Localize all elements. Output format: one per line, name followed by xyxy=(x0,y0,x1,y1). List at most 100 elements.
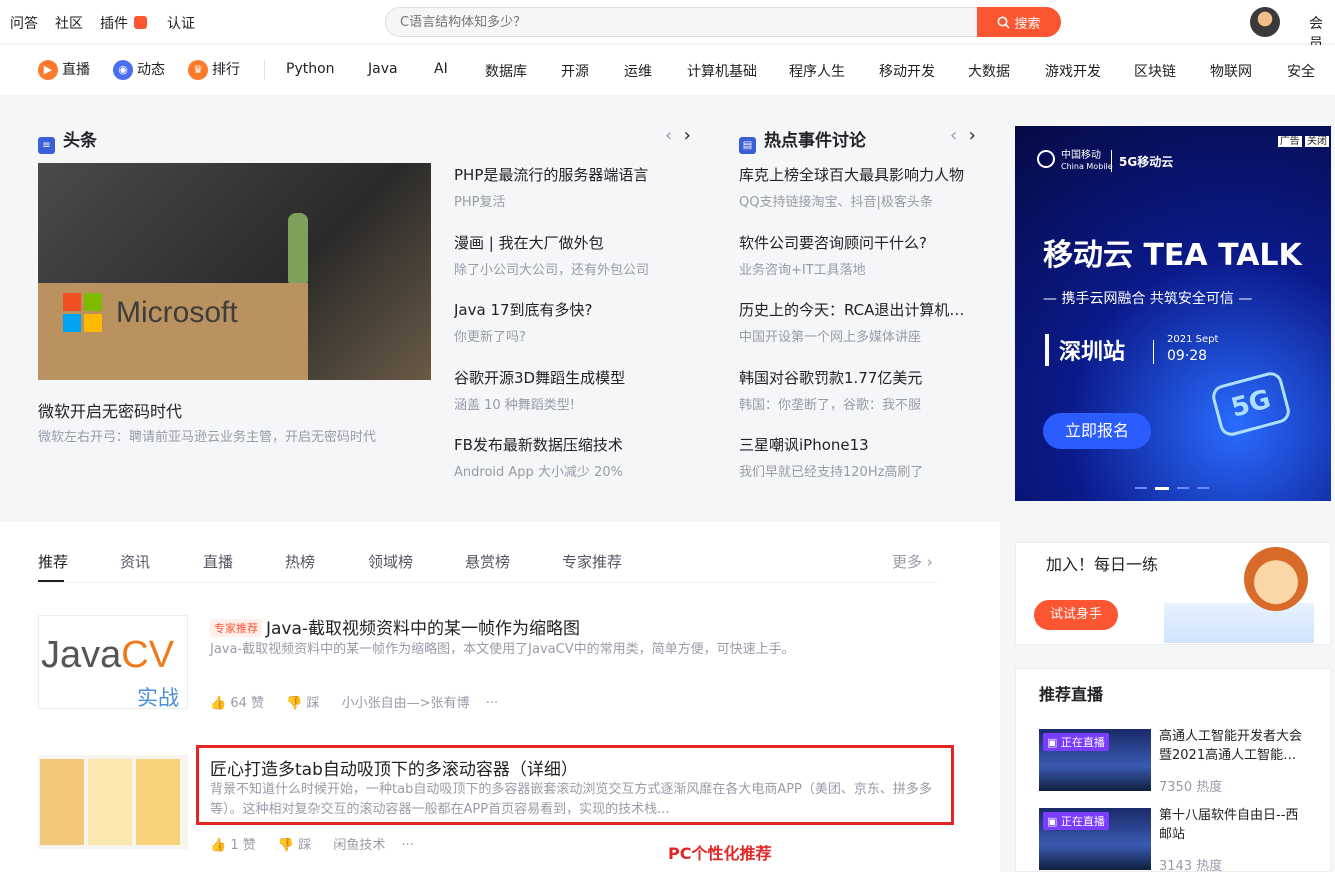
nav-item-iot[interactable]: 物联网 xyxy=(1210,61,1252,81)
prev-arrow-icon[interactable]: ‹ xyxy=(665,125,672,146)
dislike-button[interactable]: 👎 踩 xyxy=(286,696,319,711)
news-item[interactable]: 韩国对谷歌罚款1.77亿美元 韩国：你垄断了，谷歌：我不服 xyxy=(739,367,979,435)
live-badge: ▣ 正在直播 xyxy=(1043,812,1109,830)
headline-hero-image[interactable]: Microsoft xyxy=(38,163,431,380)
nav-item-live[interactable]: ▶ 直播 xyxy=(38,59,90,80)
thumb-screen-shape xyxy=(88,759,132,845)
top-bar: 问答 社区 插件 认证 搜索 会员 xyxy=(0,0,1335,52)
highlight-box xyxy=(196,745,954,825)
china-mobile-logo-icon xyxy=(1037,150,1055,168)
mascot-icon xyxy=(1244,547,1308,611)
ad-brand: 中国移动 China Mobile xyxy=(1061,150,1113,171)
headline-news-list: PHP是最流行的服务器端语言 PHP复活 漫画 | 我在大厂做外包 除了小公司大公司… xyxy=(454,164,714,502)
ad-cta-button[interactable]: 立即报名 xyxy=(1043,413,1151,449)
top-link-qa[interactable]: 问答 xyxy=(10,13,38,33)
practice-button[interactable]: 试试身手 xyxy=(1034,600,1118,630)
ad-label: 广告 xyxy=(1277,136,1302,147)
news-item[interactable]: 库克上榜全球百大最具影响力人物 QQ支持链接淘宝、抖音|极客头条 xyxy=(739,164,979,232)
ad-5g-badge: 5G xyxy=(1209,369,1293,439)
user-avatar[interactable] xyxy=(1250,7,1280,37)
like-button[interactable]: 👍 64 赞 xyxy=(210,696,264,711)
news-item[interactable]: PHP是最流行的服务器端语言 PHP复活 xyxy=(454,164,714,232)
article-meta: 👍 64 赞 👎 踩 小小张自由—>张有博 ··· xyxy=(210,692,498,711)
tab-hot[interactable]: 热榜 xyxy=(285,551,315,572)
ad-city: 深圳站 xyxy=(1045,334,1125,366)
next-arrow-icon[interactable]: › xyxy=(684,125,691,146)
article-author[interactable]: 小小张自由—>张有博 xyxy=(342,696,470,711)
tab-expert[interactable]: 专家推荐 xyxy=(562,551,622,572)
nav-item-gamedev[interactable]: 游戏开发 xyxy=(1045,61,1101,81)
prev-arrow-icon[interactable]: ‹ xyxy=(950,125,957,146)
more-link[interactable]: 更多 › xyxy=(892,551,933,572)
nav-item-python[interactable]: Python xyxy=(286,61,335,77)
ad-close-button[interactable]: 关闭 xyxy=(1305,136,1329,147)
ad-date-line1: 2021 Sept xyxy=(1167,334,1219,345)
nav-item-bigdata[interactable]: 大数据 xyxy=(968,61,1010,81)
nav-item-database[interactable]: 数据库 xyxy=(485,61,527,81)
tab-recommend[interactable]: 推荐 xyxy=(38,551,68,572)
live-thumbnail[interactable]: ▣ 正在直播 xyxy=(1039,808,1151,870)
tab-domain-rank[interactable]: 领域榜 xyxy=(368,551,413,572)
search-button[interactable]: 搜索 xyxy=(977,7,1061,37)
news-item[interactable]: 软件公司要咨询顾问干什么? 业务咨询+IT工具落地 xyxy=(739,232,979,300)
news-item[interactable]: FB发布最新数据压缩技术 Android App 大小减少 20% xyxy=(454,434,714,502)
news-item[interactable]: 历史上的今天：RCA退出计算机… 中国开设第一个网上多媒体讲座 xyxy=(739,299,979,367)
tv-icon: ▣ xyxy=(1047,736,1058,749)
nav-item-ops[interactable]: 运维 xyxy=(624,61,652,81)
daily-practice-card: 加入！每日一练 试试身手 xyxy=(1015,542,1331,645)
ad-banner[interactable]: 广告 关闭 中国移动 China Mobile 5G移动云 移动云 TEA TAL… xyxy=(1015,126,1331,501)
tab-bounty[interactable]: 悬赏榜 xyxy=(465,551,510,572)
nav-item-security[interactable]: 安全 xyxy=(1287,61,1315,81)
practice-board-shape xyxy=(1164,603,1314,643)
next-arrow-icon[interactable]: › xyxy=(969,125,976,146)
article-thumbnail[interactable]: JavaCV 实战 xyxy=(38,615,188,710)
thumb-shizhan-text: 实战 xyxy=(137,686,179,710)
like-button[interactable]: 👍 1 赞 xyxy=(210,838,256,853)
top-link-community[interactable]: 社区 xyxy=(55,13,83,33)
article-title[interactable]: 专家推荐 Java-截取视频资料中的某一帧作为缩略图 xyxy=(210,614,580,639)
nav-item-life[interactable]: 程序人生 xyxy=(789,61,845,81)
tab-news[interactable]: 资讯 xyxy=(120,551,150,572)
plugin-badge-icon xyxy=(134,16,147,29)
ad-date-line2: 09·28 xyxy=(1167,348,1208,364)
live-thumbnail[interactable]: ▣ 正在直播 xyxy=(1039,729,1151,791)
expert-tag: 专家推荐 xyxy=(210,619,262,637)
top-link-certify[interactable]: 认证 xyxy=(167,13,195,33)
live-title[interactable]: 第十八届软件自由日--西邮站 xyxy=(1159,806,1309,844)
search-input[interactable] xyxy=(400,8,960,36)
ad-tags: 广告 关闭 xyxy=(1277,132,1329,147)
hot-pager: ‹ › xyxy=(950,125,976,146)
nav-item-rank[interactable]: ♛ 排行 xyxy=(188,59,240,80)
hero-title[interactable]: 微软开启无密码时代 xyxy=(38,398,182,422)
nav-item-feed[interactable]: ◉ 动态 xyxy=(113,59,165,80)
hero-brand-text: Microsoft xyxy=(116,296,238,329)
live-title[interactable]: 高通人工智能开发者大会暨2021高通人工智能… xyxy=(1159,727,1309,765)
nav-item-java[interactable]: Java xyxy=(368,61,398,77)
highlight-label: PC个性化推荐 xyxy=(668,844,772,863)
more-options-icon[interactable]: ··· xyxy=(486,696,498,711)
thumb-javacv-text: JavaCV xyxy=(41,634,175,676)
nav-divider xyxy=(264,60,265,80)
nav-item-ai[interactable]: AI xyxy=(434,61,448,77)
news-item[interactable]: 谷歌开源3D舞蹈生成模型 涵盖 10 种舞蹈类型! xyxy=(454,367,714,435)
nav-item-mobile[interactable]: 移动开发 xyxy=(879,61,935,81)
hot-topic-icon: ▤ xyxy=(739,137,756,154)
news-item[interactable]: 漫画 | 我在大厂做外包 除了小公司大公司，还有外包公司 xyxy=(454,232,714,300)
more-options-icon[interactable]: ··· xyxy=(402,838,414,853)
article-desc: Java-截取视频资料中的某一帧作为缩略图，本文使用了JavaCV中的常用类，简… xyxy=(210,642,795,657)
tab-live[interactable]: 直播 xyxy=(203,551,233,572)
nav-item-opensource[interactable]: 开源 xyxy=(561,61,589,81)
search-box: 搜索 xyxy=(385,7,1061,37)
news-item[interactable]: Java 17到底有多快? 你更新了吗? xyxy=(454,299,714,367)
article-author[interactable]: 闲鱼技术 xyxy=(333,838,385,853)
nav-item-blockchain[interactable]: 区块链 xyxy=(1134,61,1176,81)
news-item[interactable]: 三星嘲讽iPhone13 我们早就已经支持120Hz高刷了 xyxy=(739,434,979,502)
thumbs-down-icon: 👎 xyxy=(277,838,295,853)
live-heat: 7350 热度 xyxy=(1159,780,1223,795)
thumb-screen-shape xyxy=(136,759,180,845)
article-thumbnail[interactable] xyxy=(38,755,188,849)
nav-item-cs-basics[interactable]: 计算机基础 xyxy=(687,61,757,81)
ad-headline: 移动云 TEA TALK xyxy=(1043,238,1302,273)
top-link-plugin[interactable]: 插件 xyxy=(100,13,128,33)
dislike-button[interactable]: 👎 踩 xyxy=(278,838,311,853)
